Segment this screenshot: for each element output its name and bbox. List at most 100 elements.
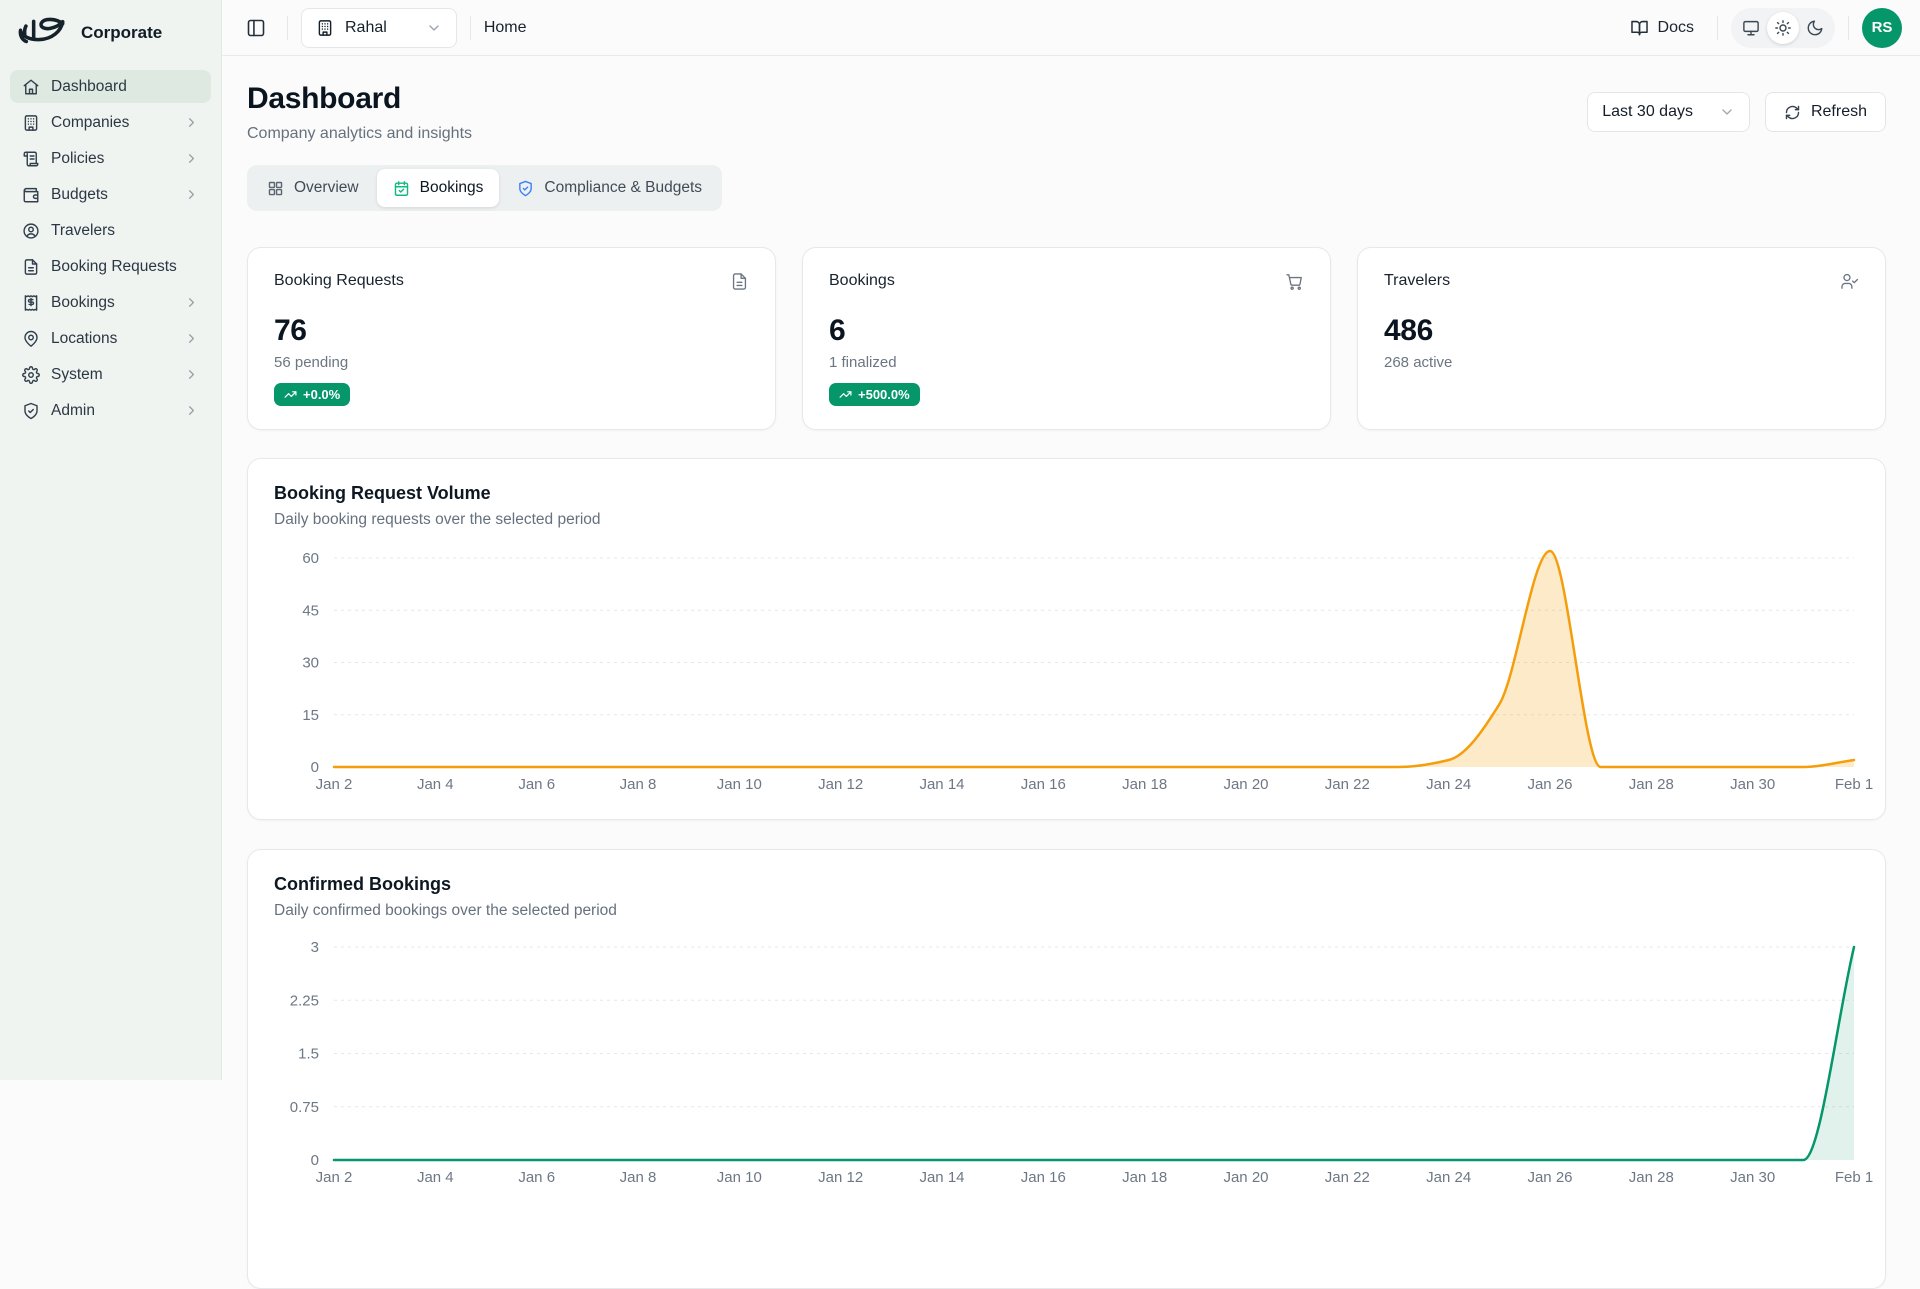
booking-request-volume-chart[interactable]: 015304560Jan 2Jan 4Jan 6Jan 8Jan 10Jan 1… xyxy=(248,459,1887,821)
building-icon xyxy=(316,19,334,37)
topbar-divider xyxy=(470,16,471,40)
stat-card-subtitle: 268 active xyxy=(1384,354,1859,371)
map-pin-icon xyxy=(22,330,40,348)
avatar[interactable]: RS xyxy=(1862,8,1902,48)
tab-label: Compliance & Budgets xyxy=(544,179,702,197)
svg-text:Jan 12: Jan 12 xyxy=(818,1169,863,1186)
svg-text:Feb 1: Feb 1 xyxy=(1835,776,1873,793)
svg-text:1.5: 1.5 xyxy=(298,1046,319,1063)
chevron-right-icon xyxy=(184,187,199,202)
sidebar-item-companies[interactable]: Companies xyxy=(10,106,211,139)
breadcrumb[interactable]: Home xyxy=(484,19,527,37)
chevron-right-icon xyxy=(184,403,199,418)
refresh-label: Refresh xyxy=(1811,103,1867,121)
confirmed-bookings-chart[interactable]: 00.751.52.253Jan 2Jan 4Jan 6Jan 8Jan 10J… xyxy=(248,850,1887,1270)
svg-text:Jan 8: Jan 8 xyxy=(620,1169,657,1186)
sidebar-item-policies[interactable]: Policies xyxy=(10,142,211,175)
sidebar-item-bookings[interactable]: Bookings xyxy=(10,286,211,319)
theme-moon-button[interactable] xyxy=(1799,12,1831,44)
sidebar-item-label: Companies xyxy=(51,114,173,132)
svg-text:Jan 22: Jan 22 xyxy=(1325,776,1370,793)
tabs-wrap: Overview Bookings Compliance & Budgets xyxy=(247,165,1886,211)
sidebar: Corporate Dashboard Companies Policies B… xyxy=(0,0,222,1080)
docs-button[interactable]: Docs xyxy=(1620,10,1704,45)
sidebar-item-label: Policies xyxy=(51,150,173,168)
main-area: Rahal Home Docs RS Dashboard Company ana… xyxy=(222,0,1920,1080)
sidebar-item-label: System xyxy=(51,366,173,384)
sidebar-item-label: Booking Requests xyxy=(51,258,199,276)
refresh-button[interactable]: Refresh xyxy=(1765,92,1886,132)
stat-card-title: Booking Requests xyxy=(274,272,404,290)
svg-text:Jan 14: Jan 14 xyxy=(919,776,964,793)
docs-label: Docs xyxy=(1658,19,1694,37)
svg-text:Jan 8: Jan 8 xyxy=(620,776,657,793)
sun-icon xyxy=(1774,19,1792,37)
svg-text:Jan 22: Jan 22 xyxy=(1325,1169,1370,1186)
tab-overview[interactable]: Overview xyxy=(251,169,375,207)
brand: Corporate xyxy=(0,0,221,58)
svg-text:0: 0 xyxy=(311,1152,319,1169)
brand-name: Corporate xyxy=(81,23,162,43)
circle-user-icon xyxy=(22,222,40,240)
stat-card-booking-requests: Booking Requests 76 56 pending +0.0% xyxy=(247,247,776,430)
theme-monitor-button[interactable] xyxy=(1735,12,1767,44)
svg-text:60: 60 xyxy=(302,550,319,567)
svg-text:Jan 6: Jan 6 xyxy=(518,1169,555,1186)
svg-text:Jan 14: Jan 14 xyxy=(919,1169,964,1186)
svg-text:Jan 24: Jan 24 xyxy=(1426,1169,1471,1186)
chevron-right-icon xyxy=(184,151,199,166)
sidebar-item-system[interactable]: System xyxy=(10,358,211,391)
sidebar-item-label: Budgets xyxy=(51,186,173,204)
svg-text:30: 30 xyxy=(302,655,319,672)
sidebar-item-dashboard[interactable]: Dashboard xyxy=(10,70,211,103)
theme-sun-button[interactable] xyxy=(1767,12,1799,44)
svg-text:Jan 10: Jan 10 xyxy=(717,776,762,793)
chevron-down-icon xyxy=(1719,104,1735,120)
sidebar-item-label: Bookings xyxy=(51,294,173,312)
trend-badge-label: +0.0% xyxy=(303,387,340,402)
home-icon xyxy=(22,78,40,96)
rahal-logo-icon xyxy=(16,16,66,50)
shield-check-icon xyxy=(517,180,534,197)
stat-card-value: 6 xyxy=(829,314,1304,348)
company-selector-label: Rahal xyxy=(345,19,387,37)
svg-text:Jan 20: Jan 20 xyxy=(1223,776,1268,793)
sidebar-item-locations[interactable]: Locations xyxy=(10,322,211,355)
date-range-label: Last 30 days xyxy=(1602,103,1693,121)
sidebar-item-travelers[interactable]: Travelers xyxy=(10,214,211,247)
sidebar-item-budgets[interactable]: Budgets xyxy=(10,178,211,211)
settings-icon xyxy=(22,366,40,384)
stat-card-travelers: Travelers 486 268 active xyxy=(1357,247,1886,430)
company-selector[interactable]: Rahal xyxy=(301,8,457,48)
tab-compliance-budgets[interactable]: Compliance & Budgets xyxy=(501,169,718,207)
svg-text:Jan 20: Jan 20 xyxy=(1223,1169,1268,1186)
wallet-icon xyxy=(22,186,40,204)
svg-text:Jan 30: Jan 30 xyxy=(1730,1169,1775,1186)
tabs: Overview Bookings Compliance & Budgets xyxy=(247,165,722,211)
svg-text:Jan 26: Jan 26 xyxy=(1527,776,1572,793)
svg-text:15: 15 xyxy=(302,707,319,724)
svg-text:Jan 28: Jan 28 xyxy=(1629,776,1674,793)
svg-text:0.75: 0.75 xyxy=(290,1099,319,1116)
stat-card-value: 76 xyxy=(274,314,749,348)
date-range-select[interactable]: Last 30 days xyxy=(1587,92,1750,132)
stat-card-subtitle: 1 finalized xyxy=(829,354,1304,371)
sidebar-toggle-button[interactable] xyxy=(238,10,274,46)
sidebar-item-booking-requests[interactable]: Booking Requests xyxy=(10,250,211,283)
stat-card-subtitle: 56 pending xyxy=(274,354,749,371)
panel-left-icon xyxy=(246,18,266,38)
sidebar-item-label: Travelers xyxy=(51,222,199,240)
confirmed-bookings-card: Confirmed Bookings Daily confirmed booki… xyxy=(247,849,1886,1289)
svg-text:2.25: 2.25 xyxy=(290,992,319,1009)
chevron-right-icon xyxy=(184,295,199,310)
chevron-down-icon xyxy=(426,20,442,36)
sidebar-item-admin[interactable]: Admin xyxy=(10,394,211,427)
page-header-text: Dashboard Company analytics and insights xyxy=(247,82,472,143)
stat-card-head: Booking Requests xyxy=(274,272,749,291)
tab-bookings[interactable]: Bookings xyxy=(377,169,500,207)
svg-text:Jan 2: Jan 2 xyxy=(316,776,353,793)
chevron-right-icon xyxy=(184,331,199,346)
stat-card-head: Travelers xyxy=(1384,272,1859,291)
svg-text:3: 3 xyxy=(311,939,319,956)
stat-card-head: Bookings xyxy=(829,272,1304,291)
